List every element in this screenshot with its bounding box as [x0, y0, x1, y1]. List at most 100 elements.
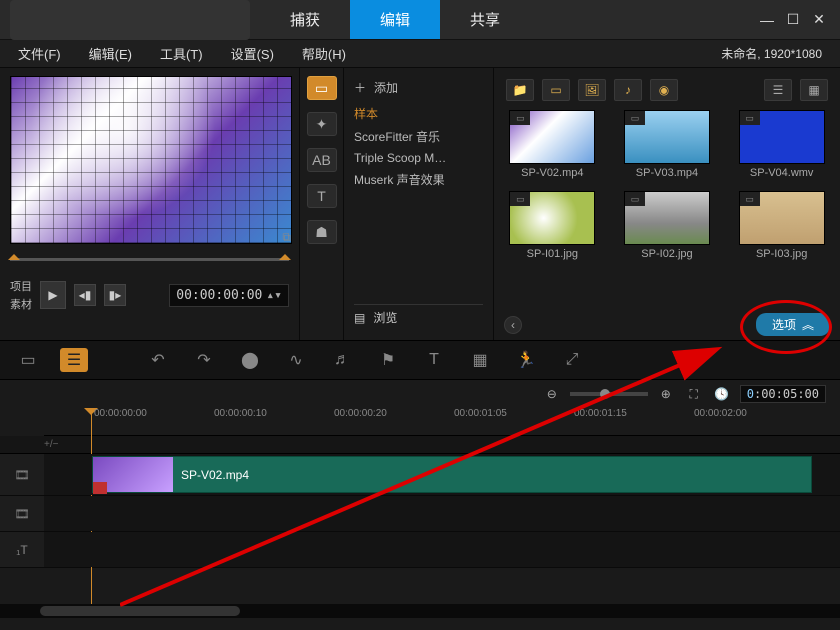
mode-tabs: 捕获 编辑 共享: [260, 0, 530, 39]
asset-item[interactable]: ▭SP-I03.jpg: [735, 191, 828, 260]
list-view-icon[interactable]: ☰: [764, 79, 792, 101]
project-label: 项目: [10, 278, 32, 294]
multi-view-icon[interactable]: ▦: [466, 348, 494, 372]
filter-video-icon[interactable]: ▭: [542, 79, 570, 101]
duplicate-icon[interactable]: ⧉: [282, 230, 291, 245]
list-item[interactable]: ScoreFitter 音乐: [354, 128, 483, 145]
menu-bar: 文件(F) 编辑(E) 工具(T) 设置(S) 帮助(H) 未命名, 1920*…: [0, 40, 840, 68]
asset-thumbnail: ▭: [739, 191, 825, 245]
asset-name: SP-V04.wmv: [750, 167, 814, 179]
ruler-tick: 00:00:01:15: [574, 408, 627, 419]
asset-name: SP-I02.jpg: [641, 248, 692, 260]
media-type-badge: ▭: [740, 111, 760, 125]
browse-button[interactable]: ▤浏览: [354, 304, 483, 332]
add-folder-button[interactable]: ＋添加: [354, 76, 483, 99]
prev-frame-button[interactable]: ◂▮: [74, 284, 96, 306]
filter-audio-icon[interactable]: ♪: [614, 79, 642, 101]
timeline-ruler[interactable]: 00:00:00:00 00:00:00:10 00:00:00:20 00:0…: [44, 408, 840, 436]
zoom-out-icon[interactable]: ⊖: [542, 384, 562, 404]
list-item[interactable]: Muserk 声音效果: [354, 171, 483, 188]
pan-zoom-icon[interactable]: ⤢: [558, 348, 586, 372]
preview-canvas[interactable]: [10, 76, 292, 244]
zoom-row: ⊖ ⊕ ⛶ 🕓 0:00:05:00: [0, 380, 840, 408]
minimize-button[interactable]: —: [760, 13, 774, 27]
overlay-track-head[interactable]: 🎞: [0, 496, 44, 531]
motion-icon[interactable]: 🏃: [512, 348, 540, 372]
timeline-view-icon[interactable]: ☰: [60, 348, 88, 372]
filter-image-icon[interactable]: 🖼: [578, 79, 606, 101]
fit-icon[interactable]: ⛶: [684, 384, 704, 404]
asset-thumbnail: ▭: [739, 110, 825, 164]
asset-item[interactable]: ▭ SP-V04.wmv: [735, 110, 828, 179]
scrub-bar[interactable]: ⧉: [10, 250, 289, 268]
auto-music-icon[interactable]: ♬: [328, 348, 356, 372]
clock-icon[interactable]: 🕓: [712, 384, 732, 404]
audio-mixer-icon[interactable]: ∿: [282, 348, 310, 372]
asset-toolbar: 📁 ▭ 🖼 ♪ ◉ ☰ ▦: [506, 76, 828, 104]
title-track-body[interactable]: [44, 532, 840, 567]
options-button[interactable]: 选项︽: [756, 313, 830, 336]
preview-panel: ⧉ 项目 素材 ▶ ◂▮ ▮▸ 00:00:00:00▴▾: [0, 68, 300, 340]
record-icon[interactable]: ⬤: [236, 348, 264, 372]
tab-share[interactable]: 共享: [440, 0, 530, 39]
menu-file[interactable]: 文件(F): [18, 44, 61, 63]
library-panel: ▭ ✦ AB T ☗ ＋添加 样本 ScoreFitter 音乐 Triple …: [300, 68, 840, 340]
asset-name: SP-I01.jpg: [527, 248, 578, 260]
tab-edit[interactable]: 编辑: [350, 0, 440, 39]
menu-tools[interactable]: 工具(T): [160, 44, 203, 63]
video-track-head[interactable]: 🎞: [0, 454, 44, 495]
asset-item[interactable]: ▭SP-V03.mp4: [621, 110, 714, 179]
transition-category-button[interactable]: AB: [307, 148, 337, 172]
list-item[interactable]: 样本: [354, 105, 483, 122]
media-category-button[interactable]: ▭: [307, 76, 337, 100]
media-type-badge: ▭: [510, 111, 530, 125]
asset-thumbnail: ▭: [624, 110, 710, 164]
asset-item[interactable]: ▭ SP-V02.mp4: [506, 110, 599, 179]
play-button[interactable]: ▶: [40, 281, 66, 309]
asset-item[interactable]: ▭ SP-I01.jpg: [506, 191, 599, 260]
media-type-badge: ▭: [740, 192, 760, 206]
maximize-button[interactable]: ☐: [786, 13, 800, 27]
zoom-in-icon[interactable]: ⊕: [656, 384, 676, 404]
timeline-panel: 00:00:00:00 00:00:00:10 00:00:00:20 00:0…: [0, 408, 840, 618]
timecode-display[interactable]: 00:00:00:00▴▾: [169, 284, 289, 307]
list-item[interactable]: Triple Scoop M…: [354, 151, 483, 165]
asset-name: SP-V02.mp4: [521, 167, 583, 179]
app-logo: [10, 0, 250, 40]
mute-icon[interactable]: [93, 482, 107, 494]
import-folder-icon[interactable]: 📁: [506, 79, 534, 101]
title-track-head[interactable]: ₁T: [0, 532, 44, 567]
title-tool-icon[interactable]: T: [420, 348, 448, 372]
redo-icon[interactable]: ↷: [190, 348, 218, 372]
filter-disc-icon[interactable]: ◉: [650, 79, 678, 101]
duration-display[interactable]: 0:00:05:00: [740, 385, 826, 403]
ruler-tick: 00:00:02:00: [694, 408, 747, 419]
close-button[interactable]: ✕: [812, 13, 826, 27]
next-frame-button[interactable]: ▮▸: [104, 284, 126, 306]
asset-item[interactable]: ▭SP-I02.jpg: [621, 191, 714, 260]
asset-thumbnail: ▭: [509, 191, 595, 245]
video-track-body[interactable]: SP-V02.mp4: [44, 454, 840, 495]
marker-icon[interactable]: ⚑: [374, 348, 402, 372]
title-track: ₁T: [0, 532, 840, 568]
zoom-slider[interactable]: [570, 392, 648, 396]
fx-category-button[interactable]: ✦: [307, 112, 337, 136]
menu-settings[interactable]: 设置(S): [231, 44, 274, 63]
undo-icon[interactable]: ↶: [144, 348, 172, 372]
graphic-category-button[interactable]: ☗: [307, 220, 337, 244]
ruler-tick: 00:00:00:20: [334, 408, 387, 419]
tab-capture[interactable]: 捕获: [260, 0, 350, 39]
project-info: 未命名, 1920*1080: [721, 45, 822, 62]
timeline-clip[interactable]: SP-V02.mp4: [92, 456, 812, 493]
scroll-left-icon[interactable]: ‹: [504, 316, 522, 334]
timeline-scrollbar[interactable]: [0, 604, 840, 618]
grid-view-icon[interactable]: ▦: [800, 79, 828, 101]
title-category-button[interactable]: T: [307, 184, 337, 208]
menu-edit[interactable]: 编辑(E): [89, 44, 132, 63]
mark-out-icon[interactable]: [279, 248, 291, 260]
overlay-track-body[interactable]: [44, 496, 840, 531]
ruler-tick: 00:00:00:00: [94, 408, 147, 419]
storyboard-view-icon[interactable]: ▭: [14, 348, 42, 372]
menu-help[interactable]: 帮助(H): [302, 44, 346, 63]
mark-in-icon[interactable]: [8, 248, 20, 260]
